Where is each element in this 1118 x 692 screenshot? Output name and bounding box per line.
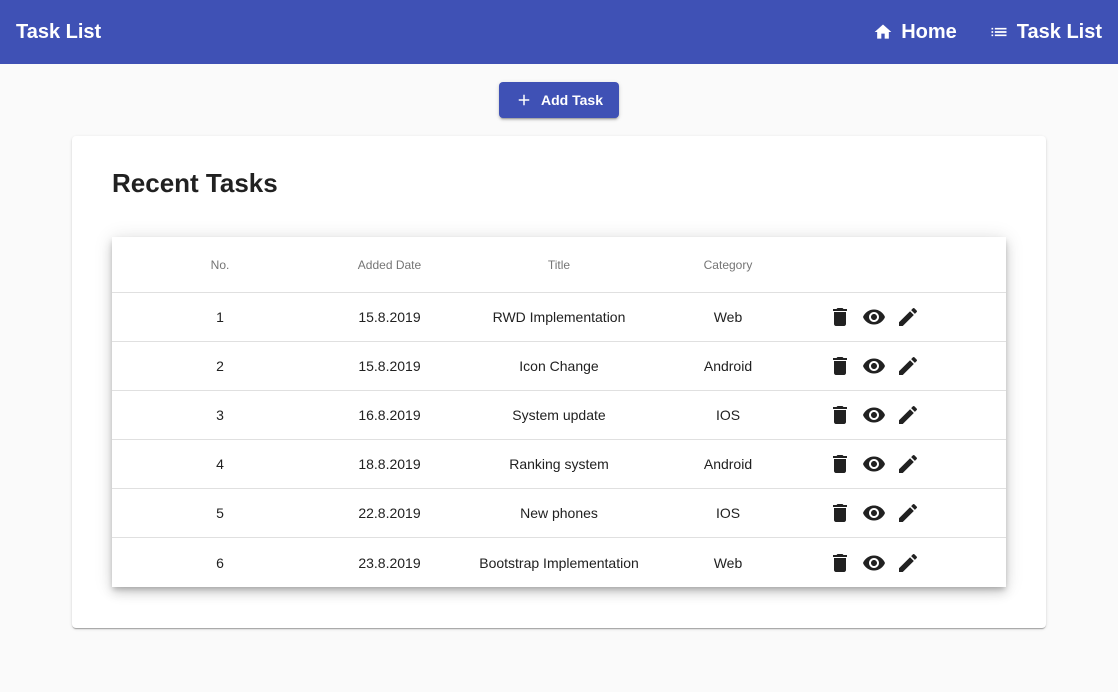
cell-actions [789, 403, 1006, 427]
edit-icon[interactable] [896, 501, 920, 525]
cell-actions [789, 305, 1006, 329]
view-icon[interactable] [862, 551, 886, 575]
list-icon [989, 22, 1009, 42]
cell-no: 5 [216, 505, 224, 521]
view-icon[interactable] [862, 452, 886, 476]
plus-icon [518, 94, 530, 106]
nav-task-list-link[interactable]: Task List [989, 21, 1102, 44]
column-header-title[interactable]: Title [451, 258, 667, 272]
app-title: Task List [16, 20, 102, 43]
table-row: 1 15.8.2019 RWD Implementation Web [112, 293, 1006, 342]
tasks-table: No. Added Date Title Category 1 15.8.201… [112, 237, 1006, 587]
add-task-button[interactable]: Add Task [499, 82, 619, 118]
column-header-added-date[interactable]: Added Date [328, 258, 451, 272]
view-icon[interactable] [862, 501, 886, 525]
delete-icon[interactable] [828, 551, 852, 575]
cell-title: Bootstrap Implementation [479, 554, 639, 571]
column-header-no[interactable]: No. [112, 258, 328, 272]
cell-added-date: 18.8.2019 [358, 456, 421, 472]
column-header-category[interactable]: Category [667, 258, 789, 272]
edit-icon[interactable] [896, 403, 920, 427]
add-task-label: Add Task [541, 92, 603, 108]
delete-icon[interactable] [828, 354, 852, 378]
top-toolbar: Task List Home Task List [0, 0, 1118, 64]
table-row: 5 22.8.2019 New phones IOS [112, 489, 1006, 538]
cell-category: Web [713, 554, 743, 571]
cell-added-date: 22.8.2019 [358, 505, 421, 521]
cell-actions [789, 452, 1006, 476]
cell-title: Ranking system [509, 456, 609, 472]
delete-icon[interactable] [828, 501, 852, 525]
view-icon[interactable] [862, 354, 886, 378]
cell-title: Icon Change [519, 358, 599, 374]
cell-category: IOS [715, 505, 741, 521]
cell-actions [789, 354, 1006, 378]
cell-no: 6 [216, 554, 224, 571]
edit-icon[interactable] [896, 452, 920, 476]
table-body: 1 15.8.2019 RWD Implementation Web 2 15.… [112, 293, 1006, 587]
cell-title: RWD Implementation [492, 309, 626, 325]
cell-no: 2 [216, 358, 224, 374]
cell-added-date: 16.8.2019 [358, 407, 421, 423]
cell-no: 1 [216, 309, 224, 325]
delete-icon[interactable] [828, 403, 852, 427]
nav-task-list-label: Task List [1016, 20, 1102, 43]
cell-category: Android [703, 456, 753, 472]
edit-icon[interactable] [896, 551, 920, 575]
view-icon[interactable] [862, 403, 886, 427]
cell-category: IOS [715, 407, 741, 423]
cell-added-date: 15.8.2019 [358, 358, 421, 374]
cell-category: Web [713, 309, 743, 325]
cell-no: 4 [216, 456, 224, 472]
cell-category: Android [703, 358, 753, 374]
table-row: 2 15.8.2019 Icon Change Android [112, 342, 1006, 391]
edit-icon[interactable] [896, 354, 920, 378]
edit-icon[interactable] [896, 305, 920, 329]
cell-added-date: 23.8.2019 [358, 554, 421, 571]
home-icon [873, 22, 893, 42]
cell-added-date: 15.8.2019 [358, 309, 421, 325]
table-row: 6 23.8.2019 Bootstrap Implementation Web [112, 538, 1006, 587]
cell-no: 3 [216, 407, 224, 423]
delete-icon[interactable] [828, 305, 852, 329]
table-row: 4 18.8.2019 Ranking system Android [112, 440, 1006, 489]
card-title: Recent Tasks [112, 168, 278, 198]
cell-actions [789, 551, 1006, 575]
view-icon[interactable] [862, 305, 886, 329]
delete-icon[interactable] [828, 452, 852, 476]
nav-home-label: Home [901, 20, 957, 43]
recent-tasks-card: Recent Tasks No. Added Date Title Catego… [72, 136, 1046, 628]
table-row: 3 16.8.2019 System update IOS [112, 391, 1006, 440]
cell-title: New phones [520, 505, 598, 521]
nav-home-link[interactable]: Home [873, 21, 957, 44]
table-header: No. Added Date Title Category [112, 237, 1006, 293]
cell-actions [789, 501, 1006, 525]
cell-title: System update [512, 407, 606, 423]
